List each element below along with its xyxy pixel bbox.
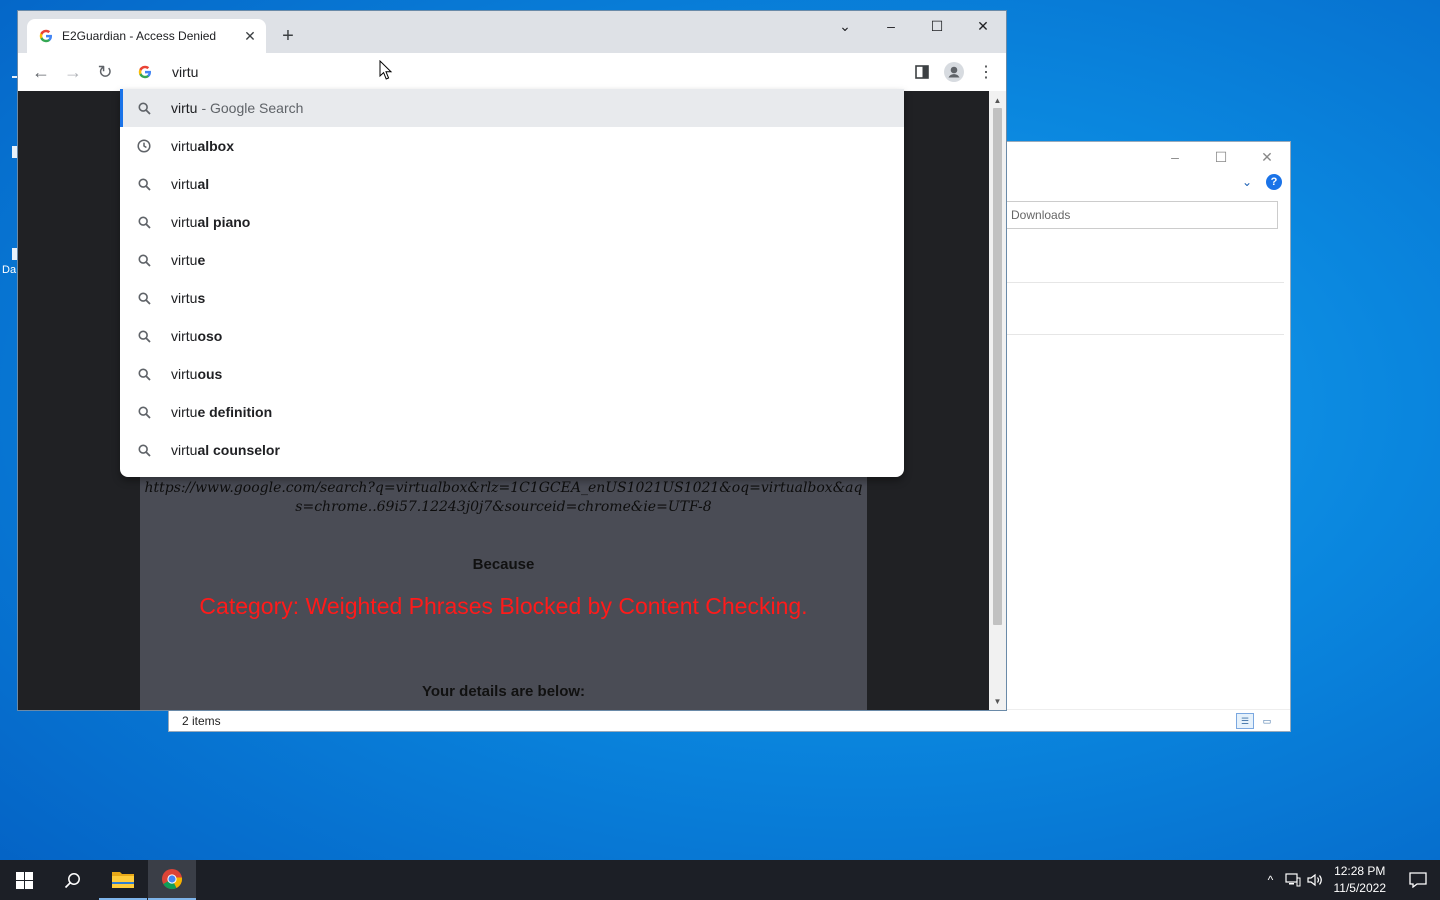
minimize-button[interactable]: –	[868, 11, 914, 41]
item-count: 2 items	[182, 714, 221, 728]
side-panel-icon[interactable]	[910, 61, 934, 83]
suggestion-text: virtual	[171, 176, 210, 192]
start-button[interactable]	[0, 860, 48, 900]
divider	[1001, 334, 1284, 335]
google-icon	[138, 65, 151, 79]
explorer-minimize-button[interactable]: –	[1152, 142, 1198, 172]
clock-time: 12:28 PM	[1334, 864, 1386, 878]
explorer-close-button[interactable]: ✕	[1244, 142, 1290, 172]
details-heading: Your details are below:	[421, 683, 586, 700]
profile-avatar[interactable]	[942, 61, 966, 83]
chrome-icon	[162, 869, 183, 890]
explorer-maximize-button[interactable]: ☐	[1198, 142, 1244, 172]
tab-title: E2Guardian - Access Denied	[62, 29, 217, 43]
network-icon[interactable]	[1282, 873, 1304, 887]
blocked-url: https://www.google.com/search?q=virtualb…	[144, 480, 863, 515]
large-icons-view-button[interactable]: ▭	[1258, 713, 1276, 729]
block-category: Category: Weighted Phrases Blocked by Co…	[199, 593, 808, 619]
suggestion-item[interactable]: virtual	[120, 165, 904, 203]
search-icon	[136, 328, 152, 344]
search-icon	[136, 100, 152, 116]
search-icon	[64, 872, 80, 888]
windows-icon	[15, 871, 33, 889]
chrome-titlebar: E2Guardian - Access Denied ✕ + ⌄ – ☐ ✕	[18, 11, 1006, 53]
because-label: Because	[472, 556, 535, 573]
menu-button[interactable]: ⋮	[974, 61, 998, 83]
reload-button[interactable]: ↻	[93, 61, 117, 83]
suggestion-item[interactable]: virtu - Google Search	[120, 89, 904, 127]
close-button[interactable]: ✕	[960, 11, 1006, 41]
suggestion-item[interactable]: virtue	[120, 241, 904, 279]
maximize-button[interactable]: ☐	[914, 11, 960, 41]
suggestion-text: virtuous	[171, 366, 223, 382]
search-icon	[136, 176, 152, 192]
scroll-up-icon[interactable]: ▲	[989, 93, 1006, 107]
explorer-status-bar: 2 items	[169, 709, 1290, 731]
chrome-toolbar: ← → ↻ virtu ⋮	[18, 53, 1006, 91]
taskbar-clock[interactable]: 12:28 PM 11/5/2022	[1334, 863, 1387, 897]
suggestion-text: virtualbox	[171, 138, 235, 154]
search-icon	[136, 366, 152, 382]
suggestion-item[interactable]: virtual counselor	[120, 431, 904, 469]
suggestion-text: virtue	[171, 252, 206, 268]
suggestion-item[interactable]: virtual piano	[120, 203, 904, 241]
tray-chevron-icon[interactable]: ^	[1260, 873, 1282, 887]
suggestion-text: virtuoso	[171, 328, 223, 344]
suggestion-item[interactable]: virtue definition	[120, 393, 904, 431]
search-icon	[136, 404, 152, 420]
search-icon	[136, 290, 152, 306]
suggestion-text: virtual counselor	[171, 442, 280, 458]
history-icon	[136, 138, 152, 154]
taskbar-chrome[interactable]	[148, 860, 196, 900]
suggestion-text: virtus	[171, 290, 206, 306]
omnibox-input[interactable]: virtu	[172, 64, 198, 80]
scroll-down-icon[interactable]: ▼	[989, 694, 1006, 708]
action-center-button[interactable]	[1396, 860, 1440, 900]
ribbon-expand-icon[interactable]: ⌄	[1242, 175, 1252, 189]
google-icon	[39, 29, 52, 43]
omnibox[interactable]: virtu	[121, 53, 905, 91]
suggestion-text: virtue definition	[171, 404, 273, 420]
suggestion-item[interactable]: virtualbox	[120, 127, 904, 165]
forward-button[interactable]: →	[61, 61, 85, 83]
notification-icon	[1409, 872, 1427, 888]
scrollbar-thumb[interactable]	[993, 108, 1002, 625]
suggestion-item[interactable]: virtuoso	[120, 317, 904, 355]
system-tray: ^ 12:28 PM 11/5/2022	[1260, 860, 1440, 900]
desktop-icon-label[interactable]: Da	[2, 264, 16, 276]
explorer-search-field[interactable]: h Downloads	[992, 201, 1278, 229]
tab-e2guardian[interactable]: E2Guardian - Access Denied ✕	[27, 19, 266, 53]
omnibox-suggestions: virtu - Google Search virtualbox virtual …	[120, 89, 904, 477]
taskbar-file-explorer[interactable]	[99, 860, 147, 900]
suggestion-text: virtu - Google Search	[171, 100, 304, 116]
help-icon[interactable]: ?	[1266, 174, 1282, 190]
volume-icon[interactable]	[1304, 873, 1326, 887]
suggestion-item[interactable]: virtus	[120, 279, 904, 317]
search-icon	[136, 252, 152, 268]
search-icon	[136, 442, 152, 458]
divider	[1001, 282, 1284, 283]
details-view-button[interactable]: ☰	[1236, 713, 1254, 729]
folder-icon	[112, 872, 134, 888]
taskbar-search-button[interactable]	[48, 860, 96, 900]
new-tab-button[interactable]: +	[276, 24, 300, 48]
tab-close-icon[interactable]: ✕	[240, 28, 260, 45]
mouse-cursor-icon	[379, 60, 393, 80]
page-scrollbar[interactable]: ▲ ▼	[989, 91, 1006, 710]
taskbar: ^ 12:28 PM 11/5/2022	[0, 860, 1440, 900]
back-button[interactable]: ←	[29, 61, 53, 83]
search-icon	[136, 214, 152, 230]
clock-date: 11/5/2022	[1333, 881, 1387, 895]
suggestion-text: virtual piano	[171, 214, 251, 230]
suggestion-item[interactable]: virtuous	[120, 355, 904, 393]
tab-search-button[interactable]: ⌄	[822, 11, 868, 41]
